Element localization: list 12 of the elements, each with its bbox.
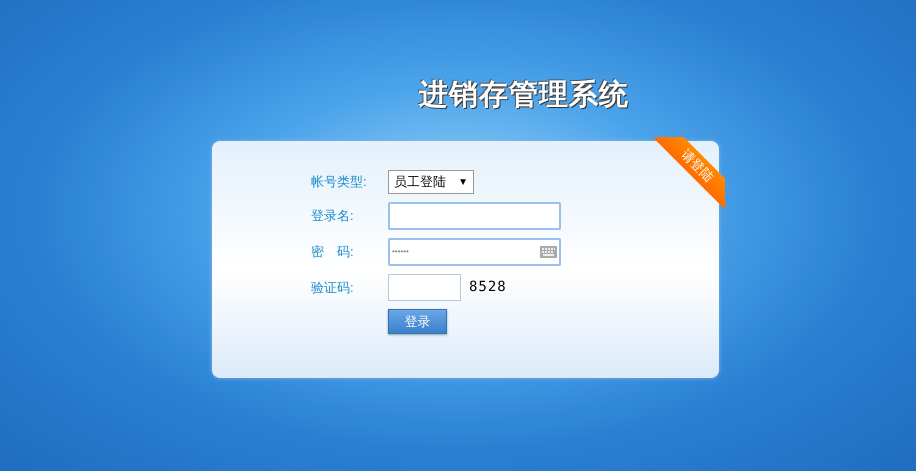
captcha-code[interactable]: 8528 bbox=[469, 277, 507, 298]
system-title: 进销存管理系统 bbox=[419, 78, 629, 113]
account-type-select[interactable]: 员工登陆 ▼ bbox=[388, 170, 474, 194]
field-label: 帐号类型: bbox=[311, 173, 368, 192]
field-label: 密 码: bbox=[311, 243, 355, 262]
username-field[interactable] bbox=[388, 202, 561, 230]
ribbon-label: 请登陆 bbox=[654, 137, 725, 210]
password-field[interactable]: •••••• bbox=[388, 238, 561, 266]
field-label: 验证码: bbox=[311, 278, 355, 297]
keyboard-icon[interactable] bbox=[540, 246, 557, 258]
captcha-field[interactable] bbox=[388, 274, 461, 301]
field-label: 登录名: bbox=[311, 207, 355, 226]
